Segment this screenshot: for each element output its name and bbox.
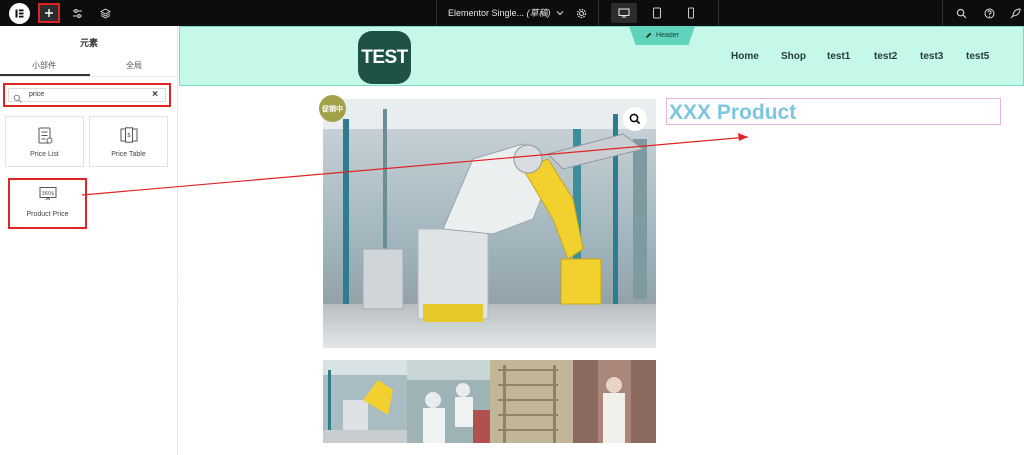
- widget-label: Price Table: [111, 151, 146, 158]
- mobile-view-button[interactable]: [678, 3, 704, 23]
- sale-badge: 促销中: [319, 95, 346, 122]
- nav-item-test3[interactable]: test3: [920, 51, 943, 62]
- search-highlight-box: price ×: [3, 83, 171, 107]
- product-title-widget[interactable]: XXX Product: [666, 98, 1001, 125]
- image-zoom-button[interactable]: [623, 107, 647, 131]
- thumbnail-1[interactable]: [323, 360, 407, 443]
- layers-icon: [99, 7, 111, 19]
- help-button[interactable]: [978, 3, 1000, 23]
- nav-item-test5[interactable]: test5: [966, 51, 989, 62]
- widget-product-price[interactable]: 360$ Product Price: [8, 178, 87, 229]
- clear-search-button[interactable]: ×: [152, 89, 158, 100]
- widget-search-input[interactable]: price ×: [8, 88, 166, 103]
- widget-label: Price List: [30, 151, 59, 158]
- add-element-button[interactable]: [38, 3, 60, 23]
- rocket-icon: [1010, 7, 1021, 18]
- document-title[interactable]: Elementor Single... (草稿): [448, 6, 564, 19]
- nav-item-test2[interactable]: test2: [874, 51, 897, 62]
- product-main-image[interactable]: [323, 99, 656, 348]
- product-title: XXX Product: [669, 101, 797, 124]
- tab-global[interactable]: 全局: [126, 60, 142, 71]
- active-tab-indicator: [0, 74, 90, 76]
- panel-title: 元素: [79, 38, 98, 48]
- svg-text:$: $: [127, 132, 131, 139]
- search-icon: [13, 90, 22, 108]
- widget-price-list[interactable]: Price List: [5, 116, 84, 167]
- desktop-view-button[interactable]: [611, 3, 637, 23]
- widget-price-table[interactable]: $ Price Table: [89, 116, 168, 167]
- widget-label: Product Price: [26, 211, 69, 218]
- help-icon: [984, 8, 994, 18]
- top-bar: Elementor Single... (草稿): [0, 0, 1024, 26]
- thumbnail-3[interactable]: [490, 360, 573, 443]
- site-logo[interactable]: TEST: [358, 31, 411, 84]
- structure-button[interactable]: [94, 3, 116, 23]
- pencil-icon: [646, 32, 652, 38]
- gear-icon: [576, 8, 586, 18]
- document-status: (草稿): [526, 8, 551, 18]
- finder-button[interactable]: [950, 3, 972, 23]
- nav-item-test1[interactable]: test1: [827, 51, 850, 62]
- site-header[interactable]: TEST Home Shop test1 test2 test3 test5: [179, 26, 1024, 86]
- tab-widgets[interactable]: 小部件: [32, 60, 56, 71]
- thumbnail-2[interactable]: [407, 360, 490, 443]
- page-settings-button[interactable]: [570, 3, 592, 23]
- desktop-icon: [618, 8, 630, 18]
- magnifier-icon: [629, 113, 641, 125]
- chevron-down-icon: [556, 11, 564, 16]
- sliders-icon: [72, 8, 82, 18]
- svg-text:360$: 360$: [41, 191, 54, 197]
- elementor-logo-icon[interactable]: [9, 3, 30, 24]
- site-settings-button[interactable]: [66, 3, 88, 23]
- whats-new-button[interactable]: [1005, 3, 1024, 23]
- header-edit-tag[interactable]: Header: [629, 26, 695, 45]
- price-list-icon: [6, 127, 83, 145]
- product-price-icon: 360$: [10, 186, 85, 202]
- document-title-text: Elementor Single...: [448, 8, 525, 18]
- search-value: price: [29, 91, 45, 98]
- mobile-icon: [688, 7, 694, 19]
- search-icon: [956, 8, 966, 18]
- nav-item-home[interactable]: Home: [731, 51, 759, 62]
- tablet-view-button[interactable]: [644, 3, 670, 23]
- header-tag-label: Header: [656, 32, 679, 39]
- elements-panel: 元素 小部件 全局 price × Price List $ Price Tab…: [0, 26, 178, 455]
- editor-canvas: TEST Home Shop test1 test2 test3 test5 H…: [179, 26, 1024, 455]
- nav-item-shop[interactable]: Shop: [781, 51, 806, 62]
- thumbnail-4[interactable]: [573, 360, 656, 443]
- product-thumbnails: [323, 360, 656, 443]
- plus-icon: [45, 9, 53, 17]
- tablet-icon: [653, 7, 661, 19]
- price-table-icon: $: [90, 127, 167, 143]
